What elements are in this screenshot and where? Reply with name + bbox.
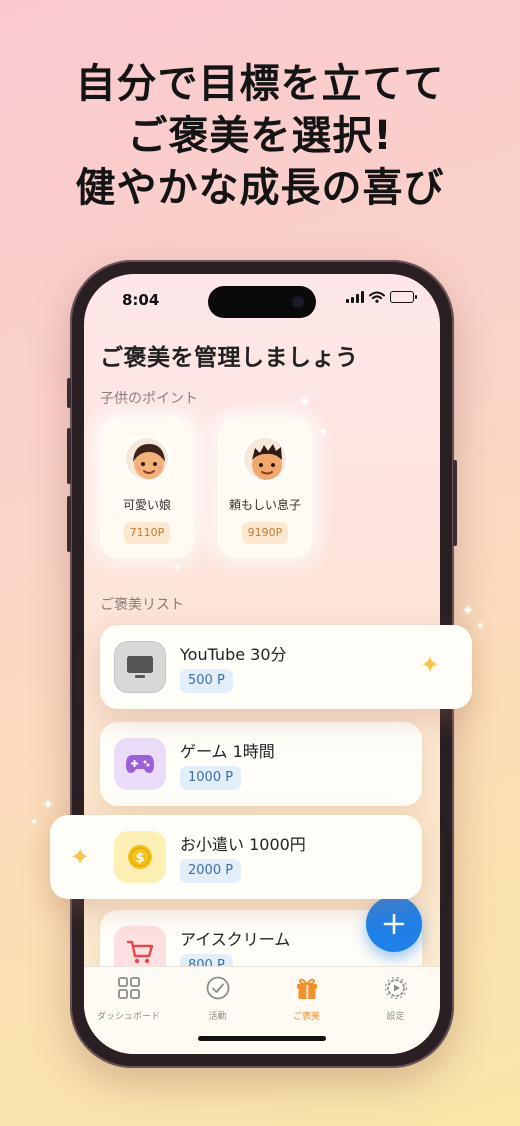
avatar: [242, 436, 288, 482]
reward-name: アイスクリーム: [180, 930, 291, 949]
gift-icon: [296, 978, 317, 999]
boy-avatar-icon: [252, 444, 282, 480]
reward-name: ゲーム 1時間: [180, 742, 275, 761]
coin-icon: $: [128, 845, 152, 869]
headline-line-1: 自分で目標を立てて: [75, 61, 445, 107]
child-name: 可愛い娘: [122, 498, 171, 512]
power-button: [453, 460, 457, 546]
child-points-badge: 9190P: [242, 522, 288, 544]
child-name: 頼もしい息子: [228, 498, 301, 512]
tab-activity[interactable]: 活動: [173, 975, 262, 1022]
tv-icon-tile: [114, 641, 166, 693]
reward-points-badge: 500 P: [180, 669, 233, 693]
volume-up-button: [67, 428, 71, 484]
avatar: [124, 436, 170, 482]
sparkle-icon: ✦: [476, 621, 485, 632]
wifi-icon: [369, 291, 385, 303]
dynamic-island: [208, 286, 316, 318]
battery-icon: [390, 291, 417, 303]
home-indicator: [198, 1036, 326, 1041]
rewards-section-label: ご褒美リスト: [100, 597, 184, 613]
tab-settings[interactable]: 設定: [351, 975, 440, 1022]
tab-dashboard[interactable]: ダッシュボード: [84, 975, 173, 1022]
sparkle-icon: ✦: [30, 817, 39, 828]
child-card-son[interactable]: 頼もしい息子 9190P: [218, 418, 312, 558]
tab-label: 設定: [386, 1012, 405, 1022]
tab-label: ダッシュボード: [96, 1012, 160, 1022]
volume-down-button: [67, 496, 71, 552]
add-reward-button[interactable]: [366, 896, 422, 952]
sparkle-icon: ✦: [174, 563, 183, 574]
grid-icon: [117, 977, 140, 999]
cart-icon: [126, 940, 154, 964]
reward-points-badge: 1000 P: [180, 766, 242, 790]
children-section-label: 子供のポイント: [100, 391, 198, 407]
sparkle-icon: ✦: [462, 603, 474, 619]
reward-item-youtube[interactable]: YouTube 30分 500 P ✦: [100, 625, 472, 709]
tv-icon: [127, 656, 153, 678]
child-points-badge: 7110P: [124, 522, 170, 544]
gamepad-icon-tile: [114, 738, 166, 790]
svg-text:$: $: [135, 851, 144, 866]
sparkle-icon: ✦: [70, 843, 91, 871]
reward-name: お小遣い 1000円: [180, 835, 306, 854]
tab-rewards[interactable]: ご褒美: [262, 975, 351, 1022]
child-card-daughter[interactable]: 可愛い娘 7110P: [100, 418, 194, 558]
action-button: [67, 378, 71, 408]
reward-points-badge: 2000 P: [180, 859, 242, 883]
reward-item-game[interactable]: ゲーム 1時間 1000 P: [100, 722, 422, 806]
sparkle-icon: ✦: [42, 797, 54, 813]
reward-name: YouTube 30分: [180, 645, 287, 664]
girl-avatar-icon: [133, 444, 165, 479]
sparkle-icon: ✦: [420, 651, 441, 679]
reward-item-allowance[interactable]: ✦ $ お小遣い 1000円 2000 P: [50, 815, 422, 899]
coin-icon-tile: $: [114, 831, 166, 883]
sparkle-icon: ✦: [318, 425, 329, 439]
gear-icon: [384, 976, 407, 1000]
page-title: ご褒美を管理しましょう: [100, 345, 359, 371]
status-time: 8:04: [122, 291, 160, 309]
plus-icon: [383, 913, 405, 935]
tab-label: ご褒美: [292, 1012, 320, 1022]
check-circle-icon: [206, 976, 229, 1000]
tab-label: 活動: [208, 1012, 227, 1022]
headline-line-2: ご褒美を選択!: [127, 113, 393, 159]
sparkle-icon: ✦: [298, 392, 312, 411]
status-icons: [346, 291, 417, 303]
gamepad-icon: [126, 755, 154, 773]
promo-headline: 自分で目標を立てて ご褒美を選択! 健やかな成長の喜び: [0, 58, 520, 214]
signal-icon: [346, 291, 364, 303]
headline-line-3: 健やかな成長の喜び: [75, 165, 445, 211]
